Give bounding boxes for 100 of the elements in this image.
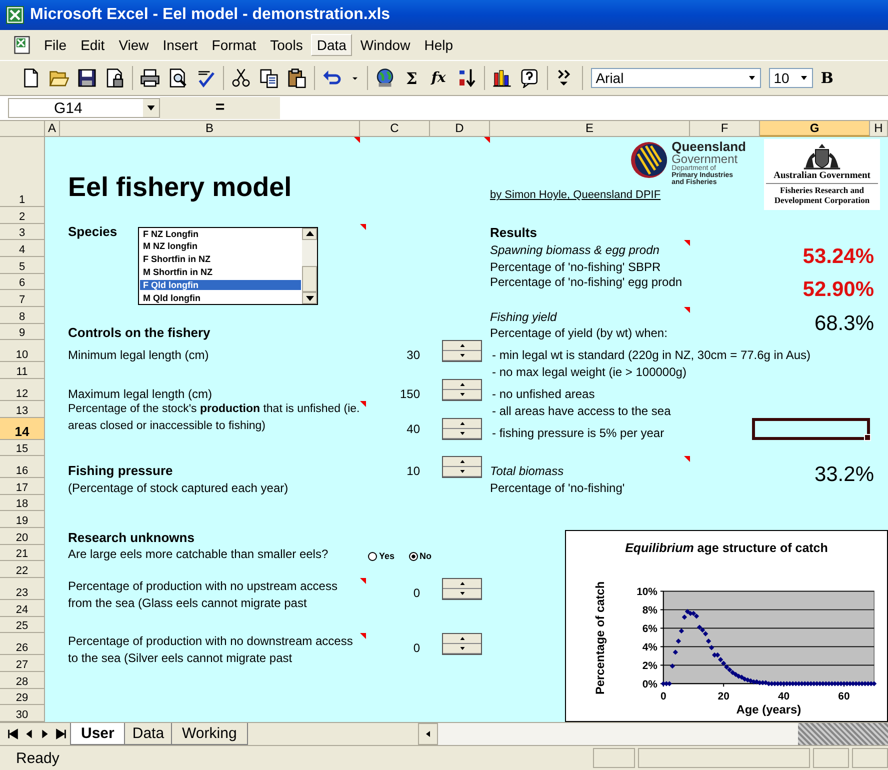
row-header[interactable]: 25 xyxy=(0,616,45,634)
horizontal-scroll-bar[interactable] xyxy=(418,723,888,745)
row-header[interactable]: 23 xyxy=(0,578,45,600)
comment-marker-icon[interactable] xyxy=(360,400,366,407)
row-header[interactable]: 27 xyxy=(0,655,45,672)
row-header[interactable]: 21 xyxy=(0,544,45,562)
spell-check-icon[interactable] xyxy=(196,68,216,88)
menu-item[interactable]: Data xyxy=(310,34,352,56)
list-option[interactable]: F Shortfin in NZ xyxy=(140,254,301,264)
radio-option[interactable]: Yes xyxy=(368,551,395,562)
spin-button[interactable] xyxy=(442,456,482,478)
species-list-box[interactable]: F NZ Longfin M NZ longfin F Shortfin in NZ M Shortfin in NZ F Qld longfin M Qld longfin xyxy=(138,226,318,305)
row-header[interactable]: 5 xyxy=(0,256,45,274)
spin-button[interactable] xyxy=(442,418,482,440)
selected-cell[interactable] xyxy=(752,418,870,440)
column-header[interactable]: C xyxy=(360,121,430,137)
row-header[interactable]: 8 xyxy=(0,306,45,324)
column-header[interactable]: D xyxy=(430,121,490,137)
spin-button[interactable] xyxy=(442,378,482,401)
comment-marker-icon[interactable] xyxy=(360,224,366,230)
row-header[interactable]: 18 xyxy=(0,494,45,512)
sort-icon[interactable] xyxy=(456,68,477,88)
row-header[interactable]: 14 xyxy=(0,418,45,440)
row-header[interactable]: 26 xyxy=(0,633,45,656)
tick-label: 2% xyxy=(642,661,658,672)
list-option[interactable]: M Qld longfin xyxy=(140,292,301,303)
row-header[interactable]: 17 xyxy=(0,478,45,495)
toolbar-button[interactable]: Σ xyxy=(403,68,420,88)
new-document-icon[interactable] xyxy=(21,68,41,88)
spin-button[interactable] xyxy=(442,340,482,362)
row-header[interactable]: 4 xyxy=(0,240,45,257)
row-header[interactable]: 10 xyxy=(0,340,45,362)
row-header[interactable]: 1 xyxy=(0,137,45,207)
comment-marker-icon[interactable] xyxy=(360,633,366,640)
list-option[interactable]: M Shortfin in NZ xyxy=(140,267,301,278)
last-sheet-icon[interactable] xyxy=(54,727,68,741)
font-name-dropdown[interactable]: Arial xyxy=(590,68,761,88)
comment-marker-icon[interactable] xyxy=(684,240,690,246)
sheet-tab[interactable]: User xyxy=(70,723,126,745)
radio-option[interactable]: No xyxy=(408,551,432,562)
row-header[interactable]: 19 xyxy=(0,511,45,528)
sheet-tab[interactable]: Working xyxy=(171,723,248,745)
bar-chart-icon[interactable] xyxy=(492,68,512,88)
list-option[interactable]: F NZ Longfin xyxy=(140,228,301,239)
copy-icon[interactable] xyxy=(259,68,279,88)
tick-label: 0% xyxy=(642,680,658,691)
menu-item[interactable]: Insert xyxy=(156,34,204,56)
row-header[interactable]: 6 xyxy=(0,274,45,290)
spin-button[interactable] xyxy=(442,578,482,600)
column-header[interactable]: A xyxy=(45,121,60,137)
first-sheet-icon[interactable] xyxy=(6,727,20,741)
list-option[interactable]: M NZ longfin xyxy=(140,241,301,252)
row-header[interactable]: 16 xyxy=(0,456,45,478)
up-arrow-icon[interactable] xyxy=(304,228,314,239)
name-box[interactable]: G14 xyxy=(8,98,160,118)
locked-document-icon[interactable] xyxy=(105,68,125,88)
bold-button[interactable]: B xyxy=(820,69,834,87)
row-header[interactable]: 30 xyxy=(0,705,45,722)
menu-item[interactable]: Window xyxy=(354,34,416,56)
comment-marker-icon[interactable] xyxy=(684,306,690,313)
menu-item[interactable]: File xyxy=(38,34,73,56)
comment-marker-icon[interactable] xyxy=(684,456,690,462)
workbook-icon[interactable] xyxy=(12,35,32,55)
row-header[interactable]: 22 xyxy=(0,561,45,578)
caret-icon[interactable] xyxy=(146,103,156,113)
folder-icon[interactable] xyxy=(49,68,69,88)
row-header[interactable]: 7 xyxy=(0,290,45,307)
toolbar-button[interactable]: fx xyxy=(428,70,449,86)
row-header[interactable]: 3 xyxy=(0,224,45,240)
row-header[interactable]: 9 xyxy=(0,324,45,340)
help-icon[interactable] xyxy=(520,68,540,88)
row-header[interactable]: 12 xyxy=(0,378,45,401)
column-header[interactable]: G xyxy=(760,121,870,137)
row-header[interactable]: 11 xyxy=(0,362,45,379)
row-header[interactable]: 2 xyxy=(0,207,45,224)
spin-button[interactable] xyxy=(442,633,482,656)
menu-item[interactable]: View xyxy=(112,34,155,56)
column-header[interactable]: E xyxy=(490,121,690,137)
scroll-bar[interactable] xyxy=(302,228,317,304)
row-header[interactable]: 13 xyxy=(0,400,45,418)
row-header[interactable]: 28 xyxy=(0,672,45,689)
row-header[interactable]: 15 xyxy=(0,440,45,456)
row-header[interactable]: 29 xyxy=(0,688,45,706)
menu-item[interactable]: Format xyxy=(206,34,262,56)
clipboard-icon[interactable] xyxy=(287,68,307,88)
menu-item[interactable]: Help xyxy=(418,34,459,56)
column-header[interactable]: F xyxy=(690,121,760,137)
print-preview-icon[interactable] xyxy=(168,68,188,88)
list-option[interactable]: F Qld longfin xyxy=(140,280,301,290)
globe-icon[interactable] xyxy=(375,68,395,88)
menu-item[interactable]: Tools xyxy=(264,34,309,56)
printer-icon[interactable] xyxy=(140,68,160,88)
row-header[interactable]: 20 xyxy=(0,528,45,545)
column-header[interactable]: B xyxy=(60,121,360,137)
column-header[interactable]: H xyxy=(870,121,888,137)
menu-item[interactable]: Edit xyxy=(74,34,111,56)
row-header[interactable]: 24 xyxy=(0,600,45,617)
font-size-dropdown[interactable]: 10 xyxy=(768,68,813,88)
comment-marker-icon[interactable] xyxy=(360,578,366,584)
scissors-icon[interactable] xyxy=(231,68,251,88)
